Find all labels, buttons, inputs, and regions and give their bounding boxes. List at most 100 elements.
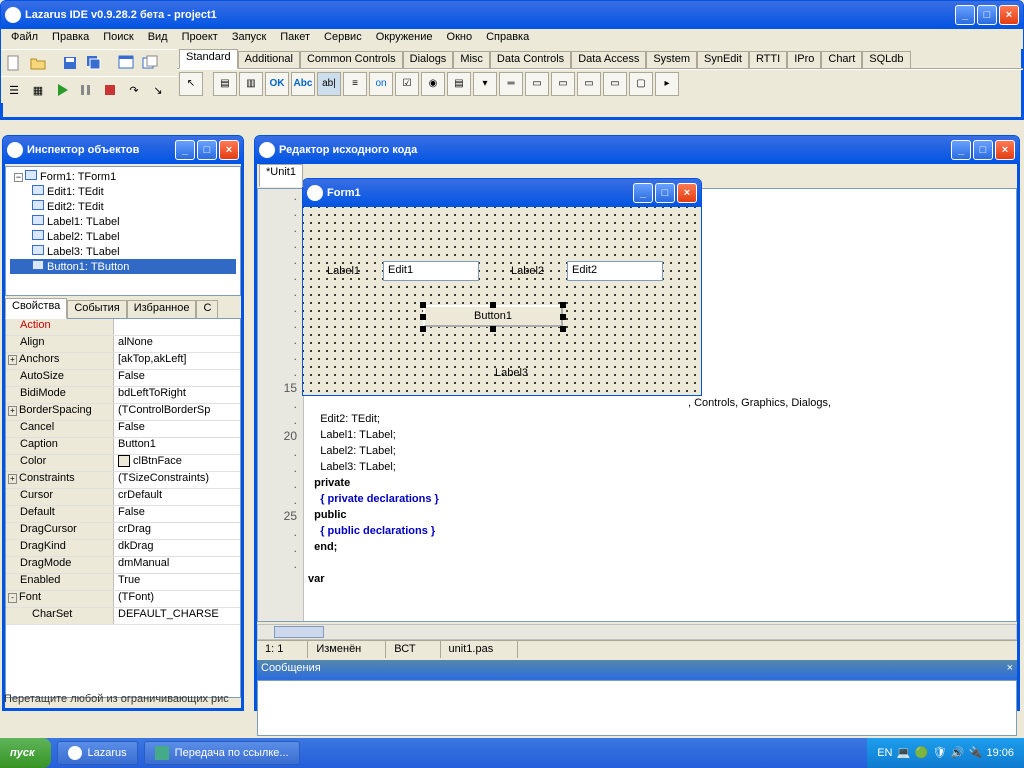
listbox-icon[interactable]: ▤ bbox=[447, 72, 471, 96]
resize-handle[interactable] bbox=[490, 326, 496, 332]
tab-sqldb[interactable]: SQLdb bbox=[862, 51, 910, 68]
tab-restricted[interactable]: С bbox=[196, 300, 218, 318]
menu-run[interactable]: Запуск bbox=[226, 29, 272, 49]
property-row[interactable]: +Anchors[akTop,akLeft] bbox=[6, 353, 240, 370]
tree-item[interactable]: Label3: TLabel bbox=[10, 244, 236, 259]
scrollbar-icon[interactable]: ═ bbox=[499, 72, 523, 96]
memo-icon[interactable]: ≡ bbox=[343, 72, 367, 96]
property-row[interactable]: +BorderSpacing(TControlBorderSp bbox=[6, 404, 240, 421]
menu-view[interactable]: Вид bbox=[142, 29, 174, 49]
form-client-area[interactable]: Label1 Edit1 Label2 Edit2 Button1 Label3 bbox=[303, 207, 701, 395]
property-row[interactable]: DefaultFalse bbox=[6, 506, 240, 523]
volume-icon[interactable]: 🔊 bbox=[950, 746, 964, 760]
tab-fav[interactable]: Избранное bbox=[127, 300, 197, 318]
tab-events[interactable]: События bbox=[67, 300, 126, 318]
togglebox-icon[interactable]: on bbox=[369, 72, 393, 96]
tab-dialogs[interactable]: Dialogs bbox=[403, 51, 454, 68]
frame-icon[interactable]: ▢ bbox=[629, 72, 653, 96]
panel-icon[interactable]: ▭ bbox=[603, 72, 627, 96]
shield-icon[interactable]: 🛡 bbox=[932, 746, 946, 760]
main-titlebar[interactable]: Lazarus IDE v0.9.28.2 бета - project1 _ … bbox=[1, 1, 1023, 29]
new-form-icon[interactable] bbox=[115, 52, 137, 74]
minimize-button[interactable]: _ bbox=[633, 183, 653, 203]
property-grid[interactable]: ActionAlignalNone+Anchors[akTop,akLeft]A… bbox=[5, 318, 241, 698]
resize-handle[interactable] bbox=[490, 302, 496, 308]
property-row[interactable]: BidiModebdLeftToRight bbox=[6, 387, 240, 404]
tree-item[interactable]: −Form1: TForm1 bbox=[10, 169, 236, 184]
button1[interactable]: Button1 bbox=[423, 305, 563, 327]
resize-handle[interactable] bbox=[560, 314, 566, 320]
checkbox-icon[interactable]: ☑ bbox=[395, 72, 419, 96]
combobox-icon[interactable]: ▾ bbox=[473, 72, 497, 96]
radiogroup-icon[interactable]: ▭ bbox=[551, 72, 575, 96]
menu-search[interactable]: Поиск bbox=[97, 29, 139, 49]
network-icon[interactable]: 💻 bbox=[896, 746, 910, 760]
button-icon[interactable]: OK bbox=[265, 72, 289, 96]
property-row[interactable]: CharSetDEFAULT_CHARSE bbox=[6, 608, 240, 625]
menu-env[interactable]: Окружение bbox=[370, 29, 439, 49]
property-row[interactable]: Action bbox=[6, 319, 240, 336]
stop-icon[interactable] bbox=[99, 79, 121, 101]
resize-handle[interactable] bbox=[560, 302, 566, 308]
tab-synedit[interactable]: SynEdit bbox=[697, 51, 749, 68]
pointer-icon[interactable]: ↖ bbox=[179, 72, 203, 96]
clock[interactable]: 19:06 bbox=[986, 747, 1014, 759]
close-button[interactable]: × bbox=[995, 140, 1015, 160]
tab-chart[interactable]: Chart bbox=[821, 51, 862, 68]
taskbar-item-lazarus[interactable]: Lazarus bbox=[57, 741, 138, 765]
resize-handle[interactable] bbox=[420, 326, 426, 332]
units-icon[interactable]: ☰ bbox=[3, 79, 25, 101]
groupbox-icon[interactable]: ▭ bbox=[525, 72, 549, 96]
tree-item[interactable]: Button1: TButton bbox=[10, 259, 236, 274]
messages-title[interactable]: Сообщения × bbox=[257, 660, 1017, 680]
property-row[interactable]: CursorcrDefault bbox=[6, 489, 240, 506]
form-titlebar[interactable]: Form1 _ □ × bbox=[303, 179, 701, 207]
property-row[interactable]: CaptionButton1 bbox=[6, 438, 240, 455]
minimize-button[interactable]: _ bbox=[951, 140, 971, 160]
object-tree[interactable]: −Form1: TForm1Edit1: TEditEdit2: TEdit La… bbox=[5, 166, 241, 296]
menu-package[interactable]: Пакет bbox=[274, 29, 316, 49]
property-row[interactable]: DragCursorcrDrag bbox=[6, 523, 240, 540]
step-into-icon[interactable]: ↘ bbox=[147, 79, 169, 101]
system-tray[interactable]: EN 💻 🟢 🛡 🔊 🔌 19:06 bbox=[867, 738, 1024, 768]
tab-datacontrols[interactable]: Data Controls bbox=[490, 51, 571, 68]
tab-properties[interactable]: Свойства bbox=[5, 298, 67, 319]
maximize-button[interactable]: □ bbox=[977, 5, 997, 25]
tree-item[interactable]: Edit1: TEdit bbox=[10, 184, 236, 199]
close-button[interactable]: × bbox=[999, 5, 1019, 25]
pause-icon[interactable] bbox=[75, 79, 97, 101]
actionlist-icon[interactable]: ▸ bbox=[655, 72, 679, 96]
form-designer-window[interactable]: Form1 _ □ × Label1 Edit1 Label2 Edit2 Bu… bbox=[302, 178, 702, 396]
menu-file[interactable]: Файл bbox=[5, 29, 44, 49]
property-row[interactable]: DragKinddkDrag bbox=[6, 540, 240, 557]
tab-commoncontrols[interactable]: Common Controls bbox=[300, 51, 403, 68]
checkgroup-icon[interactable]: ▭ bbox=[577, 72, 601, 96]
property-row[interactable]: DragModedmManual bbox=[6, 557, 240, 574]
messages-body[interactable] bbox=[257, 680, 1017, 736]
minimize-button[interactable]: _ bbox=[955, 5, 975, 25]
step-over-icon[interactable]: ↷ bbox=[123, 79, 145, 101]
label-icon[interactable]: Abc bbox=[291, 72, 315, 96]
forms-icon[interactable]: ▦ bbox=[27, 79, 49, 101]
radiobutton-icon[interactable]: ◉ bbox=[421, 72, 445, 96]
taskbar-item-doc[interactable]: Передача по ссылке... bbox=[144, 741, 300, 765]
menu-window[interactable]: Окно bbox=[441, 29, 479, 49]
start-button[interactable]: пуск bbox=[0, 738, 51, 768]
resize-handle[interactable] bbox=[420, 302, 426, 308]
edit1[interactable]: Edit1 bbox=[383, 261, 479, 281]
menu-edit[interactable]: Правка bbox=[46, 29, 95, 49]
label2[interactable]: Label2 bbox=[511, 265, 544, 277]
tab-ipro[interactable]: IPro bbox=[787, 51, 821, 68]
popupmenu-icon[interactable]: ▥ bbox=[239, 72, 263, 96]
tab-system[interactable]: System bbox=[646, 51, 697, 68]
property-row[interactable]: ColorclBtnFace bbox=[6, 455, 240, 472]
lang-indicator[interactable]: EN bbox=[877, 747, 892, 759]
new-unit-icon[interactable] bbox=[3, 52, 25, 74]
tree-item[interactable]: Edit2: TEdit bbox=[10, 199, 236, 214]
run-icon[interactable] bbox=[51, 79, 73, 101]
toggle-form-icon[interactable] bbox=[139, 52, 161, 74]
tab-misc[interactable]: Misc bbox=[453, 51, 490, 68]
maximize-button[interactable]: □ bbox=[197, 140, 217, 160]
tab-unit1[interactable]: *Unit1 bbox=[259, 164, 303, 187]
property-row[interactable]: +Constraints(TSizeConstraints) bbox=[6, 472, 240, 489]
